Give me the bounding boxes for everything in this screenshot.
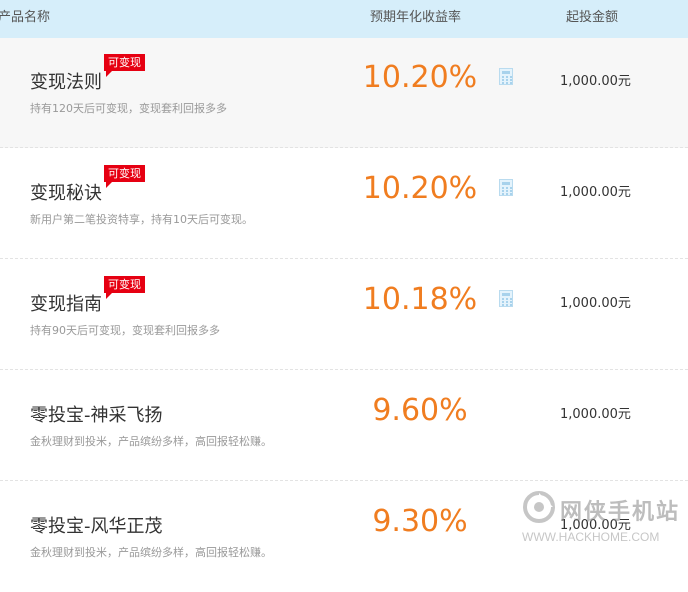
hackhome-logo-icon [523,491,555,523]
table-header: 产品名称 预期年化收益率 起投金额 [0,0,688,38]
product-name-wrap: 变现指南 可变现 [30,276,145,316]
min-investment-amount: 1,000.00元 [560,407,631,422]
column-header-name: 产品名称 [0,10,51,25]
product-description: 持有90天后可变现，变现套利回报多多 [30,324,220,337]
product-description: 金秋理财到投米，产品缤纷多样，高回报轻松赚。 [30,546,272,559]
watermark-url: WWW.HACKHOME.COM [522,530,660,544]
site-watermark: 网侠手机站 WWW.HACKHOME.COM [522,486,688,551]
cashable-tag: 可变现 [104,54,145,77]
min-investment-amount: 1,000.00元 [560,74,631,89]
product-name[interactable]: 零投宝-神采飞扬 [30,405,163,426]
annual-yield-rate: 9.60% [372,393,468,428]
calculator-icon[interactable] [499,179,513,196]
annual-yield-rate: 10.20% [362,171,478,206]
cashable-tag: 可变现 [104,276,145,299]
annual-yield-rate: 9.30% [372,504,468,539]
product-name[interactable]: 变现指南 [30,294,102,315]
product-description: 持有120天后可变现，变现套利回报多多 [30,102,227,115]
product-name-wrap: 零投宝-风华正茂 [30,512,163,538]
product-name-wrap: 变现秘诀 可变现 [30,165,145,205]
product-row[interactable]: 变现法则 可变现 持有120天后可变现，变现套利回报多多 10.20% 1,00… [0,38,688,148]
product-row[interactable]: 变现秘诀 可变现 新用户第二笔投资特享，持有10天后可变现。 10.20% 1,… [0,149,688,259]
column-header-amount: 起投金额 [566,10,619,25]
product-name-wrap: 零投宝-神采飞扬 [30,401,163,427]
min-investment-amount: 1,000.00元 [560,296,631,311]
product-row[interactable]: 零投宝-神采飞扬 金秋理财到投米，产品缤纷多样，高回报轻松赚。 9.60% 1,… [0,371,688,481]
product-name[interactable]: 零投宝-风华正茂 [30,516,163,537]
annual-yield-rate: 10.20% [362,60,478,95]
annual-yield-rate: 10.18% [362,282,478,317]
column-header-rate: 预期年化收益率 [370,10,462,25]
product-row[interactable]: 变现指南 可变现 持有90天后可变现，变现套利回报多多 10.18% 1,000… [0,260,688,370]
product-name[interactable]: 变现法则 [30,72,102,93]
calculator-icon[interactable] [499,68,513,85]
cashable-tag: 可变现 [104,165,145,188]
min-investment-amount: 1,000.00元 [560,185,631,200]
product-description: 金秋理财到投米，产品缤纷多样，高回报轻松赚。 [30,435,272,448]
product-name-wrap: 变现法则 可变现 [30,54,145,94]
product-description: 新用户第二笔投资特享，持有10天后可变现。 [30,213,253,226]
calculator-icon[interactable] [499,290,513,307]
watermark-title: 网侠手机站 [560,500,681,525]
product-name[interactable]: 变现秘诀 [30,183,102,204]
